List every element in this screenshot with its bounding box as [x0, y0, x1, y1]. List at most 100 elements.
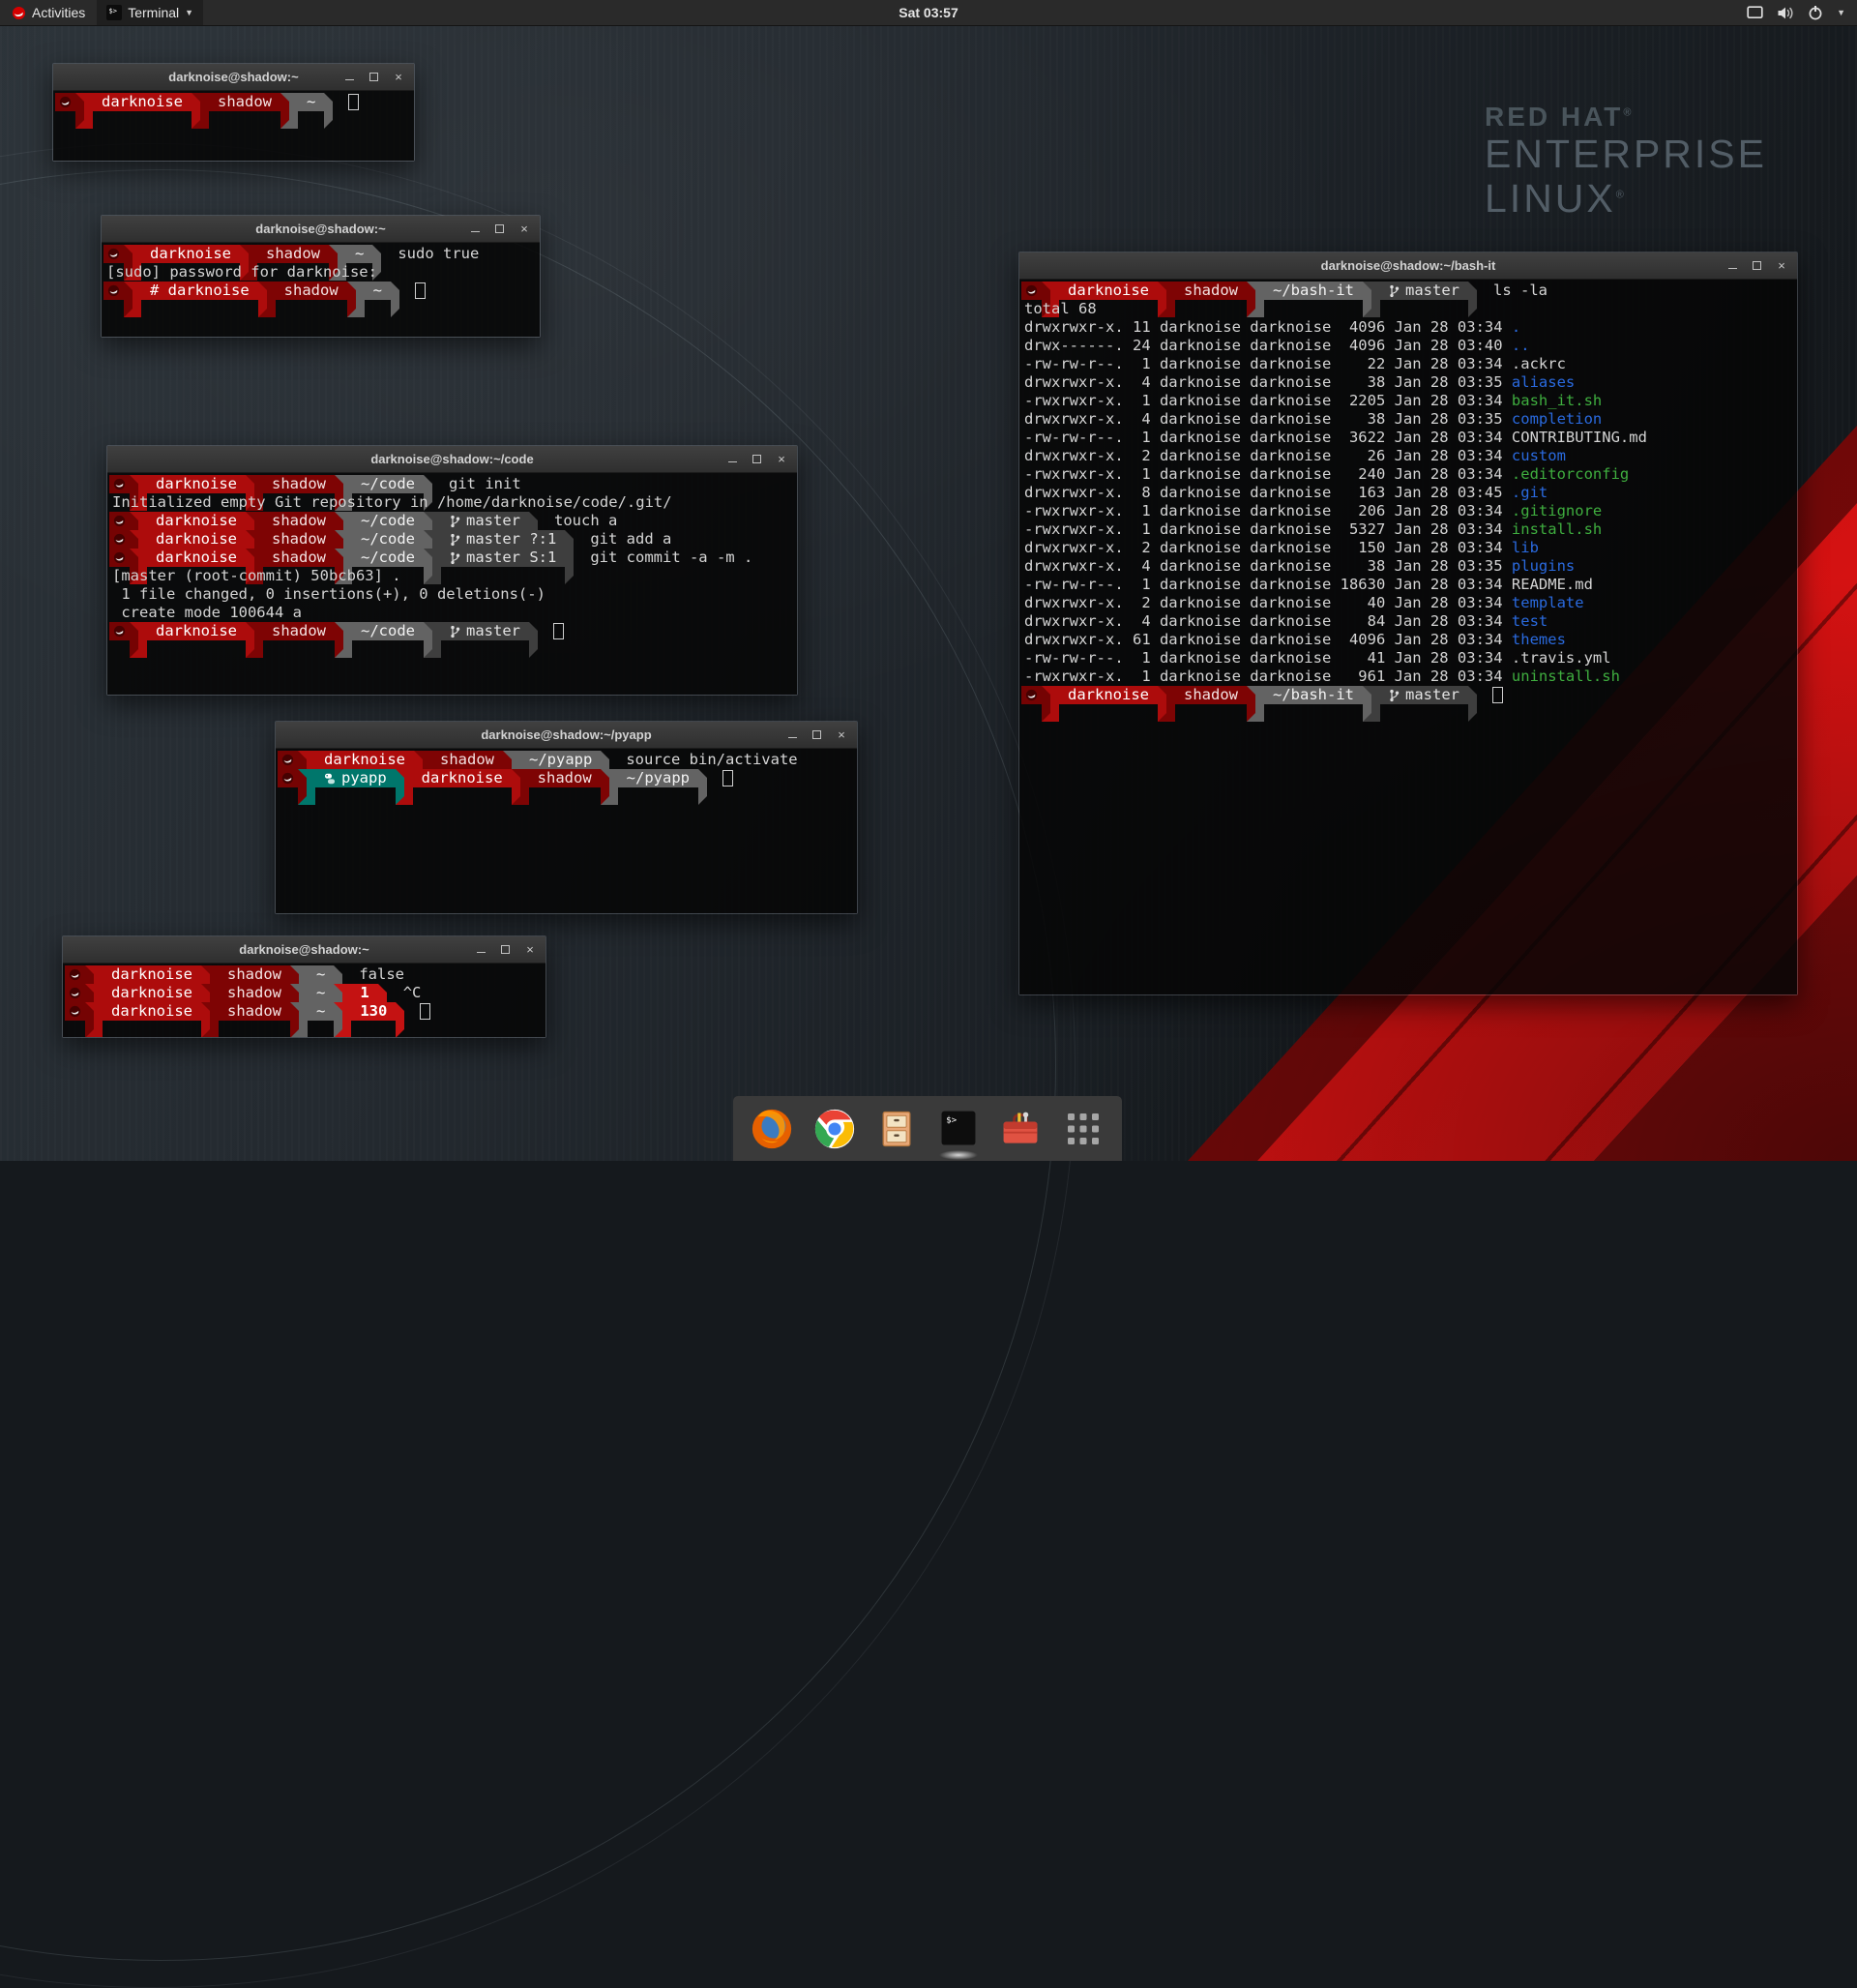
prompt-segment-exit: 1 [351, 984, 377, 1002]
redhat-os-icon [281, 772, 294, 785]
app-menu-terminal[interactable]: $> Terminal ▼ [97, 0, 203, 25]
prompt-line: # darknoiseshadow~ [103, 282, 540, 300]
terminal-window-exit-codes[interactable]: darknoise@shadow:~×darknoiseshadow~false… [62, 935, 546, 1038]
file-name: .ackrc [1512, 355, 1566, 372]
terminal-window-sudo[interactable]: darknoise@shadow:~×darknoiseshadow~sudo … [101, 215, 541, 338]
prompt-segment-host: shadow [257, 245, 329, 263]
powerline-separator-icon [75, 93, 93, 129]
maximize-button[interactable] [811, 729, 822, 740]
os-segment [278, 751, 298, 769]
git-branch-icon [450, 533, 460, 547]
window-titlebar[interactable]: darknoise@shadow:~× [102, 216, 540, 243]
powerline-separator-icon [335, 622, 352, 658]
os-segment [109, 622, 130, 640]
prompt-line: darknoiseshadow~/codemaster S:1git commi… [109, 549, 797, 567]
prompt-segment-user: darknoise [141, 245, 240, 263]
powerline-separator-icon [565, 549, 582, 584]
terminal-cursor [722, 770, 733, 786]
ls-row: drwxrwxr-x. 2 darknoise darknoise 150 Ja… [1021, 539, 1797, 557]
git-branch-icon [1389, 284, 1400, 298]
dock-item-firefox[interactable] [749, 1106, 795, 1152]
prompt-segment-path: ~ [308, 984, 334, 1002]
close-button[interactable]: × [518, 223, 530, 234]
ls-row: drwxrwxr-x. 4 darknoise darknoise 38 Jan… [1021, 373, 1797, 392]
window-titlebar[interactable]: darknoise@shadow:~× [53, 64, 414, 91]
window-titlebar[interactable]: darknoise@shadow:~/bash-it× [1019, 252, 1797, 280]
dock-item-chrome[interactable] [811, 1106, 858, 1152]
terminal-body[interactable]: darknoiseshadow~ [53, 91, 414, 161]
prompt-segment-path: ~ [346, 245, 372, 263]
terminal-icon: $> [937, 1108, 980, 1150]
close-button[interactable]: × [1776, 260, 1787, 271]
prompt-segment-host: shadow [263, 475, 335, 493]
redhat-os-icon [59, 96, 72, 108]
dock-item-app-grid[interactable] [1060, 1106, 1106, 1152]
window-buttons: × [727, 454, 797, 464]
dock-item-terminal[interactable]: $> [935, 1106, 982, 1152]
minimize-button[interactable] [476, 944, 486, 955]
close-button[interactable]: × [836, 729, 847, 740]
system-menu-chevron-icon[interactable]: ▼ [1837, 8, 1845, 17]
file-name: .travis.yml [1512, 649, 1611, 667]
close-button[interactable]: × [524, 944, 536, 955]
file-name: completion [1512, 410, 1602, 428]
os-segment [1021, 686, 1042, 704]
terminal-window-pyapp[interactable]: darknoise@shadow:~/pyapp×darknoiseshadow… [275, 721, 858, 914]
prompt-segment-git: master ?:1 [441, 530, 565, 549]
prompt-line: darknoiseshadow~sudo true [103, 245, 540, 263]
powerline-separator-icon [246, 622, 263, 658]
dock: $> [733, 1096, 1122, 1161]
os-segment [103, 245, 124, 263]
window-title: darknoise@shadow:~ [63, 942, 545, 957]
prompt-segment-path: ~/code [352, 530, 424, 549]
maximize-button[interactable] [368, 72, 379, 82]
activities-button[interactable]: Activities [0, 0, 97, 25]
prompt-segment-host: shadow [219, 1002, 290, 1021]
terminal-body[interactable]: darknoiseshadow~falsedarknoiseshadow~1^C… [63, 964, 545, 1037]
close-button[interactable]: × [776, 454, 787, 464]
dock-item-toolbox[interactable] [997, 1106, 1044, 1152]
file-name: bash_it.sh [1512, 392, 1602, 409]
prompt-segment-exit: 130 [351, 1002, 396, 1021]
terminal-window-home-small[interactable]: darknoise@shadow:~×darknoiseshadow~ [52, 63, 415, 162]
minimize-button[interactable] [470, 223, 481, 234]
minimize-button[interactable] [1727, 260, 1738, 271]
minimize-button[interactable] [727, 454, 738, 464]
terminal-cursor [1492, 687, 1503, 703]
maximize-button[interactable] [1752, 260, 1762, 271]
maximize-button[interactable] [494, 223, 505, 234]
dock-item-files[interactable] [873, 1106, 920, 1152]
window-titlebar[interactable]: darknoise@shadow:~/pyapp× [276, 722, 857, 749]
terminal-body[interactable]: darknoiseshadow~/bash-itmasterls -latota… [1019, 280, 1797, 994]
file-name: test [1512, 612, 1548, 630]
close-button[interactable]: × [393, 72, 404, 82]
prompt-segment-user: darknoise [147, 530, 246, 549]
terminal-body[interactable]: darknoiseshadow~/pyappsource bin/activat… [276, 749, 857, 913]
prompt-segment-path: ~/code [352, 622, 424, 640]
powerline-separator-icon [130, 622, 147, 658]
terminal-body[interactable]: darknoiseshadow~/codegit initInitialized… [107, 473, 797, 695]
ls-row: drwxrwxr-x. 4 darknoise darknoise 38 Jan… [1021, 557, 1797, 576]
window-titlebar[interactable]: darknoise@shadow:~× [63, 936, 545, 964]
window-titlebar[interactable]: darknoise@shadow:~/code× [107, 446, 797, 473]
terminal-window-bash-it[interactable]: darknoise@shadow:~/bash-it×darknoiseshad… [1018, 252, 1798, 995]
minimize-button[interactable] [787, 729, 798, 740]
prompt-segment-user: darknoise [147, 512, 246, 530]
maximize-button[interactable] [500, 944, 511, 955]
terminal-window-code[interactable]: darknoise@shadow:~/code×darknoiseshadow~… [106, 445, 798, 696]
file-name: CONTRIBUTING.md [1512, 429, 1647, 446]
file-name: plugins [1512, 557, 1575, 575]
terminal-cursor [553, 623, 564, 639]
power-icon[interactable] [1808, 5, 1823, 20]
terminal-body[interactable]: darknoiseshadow~sudo true[sudo] password… [102, 243, 540, 337]
display-icon[interactable] [1747, 6, 1763, 20]
command-text: git init [441, 475, 521, 493]
prompt-segment-user: darknoise [147, 475, 246, 493]
redhat-os-icon [113, 533, 126, 546]
volume-icon[interactable] [1777, 6, 1794, 20]
redhat-os-icon [107, 284, 120, 297]
clock[interactable]: Sat 03:57 [0, 5, 1857, 20]
maximize-button[interactable] [752, 454, 762, 464]
minimize-button[interactable] [344, 72, 355, 82]
redhat-os-icon [281, 754, 294, 766]
